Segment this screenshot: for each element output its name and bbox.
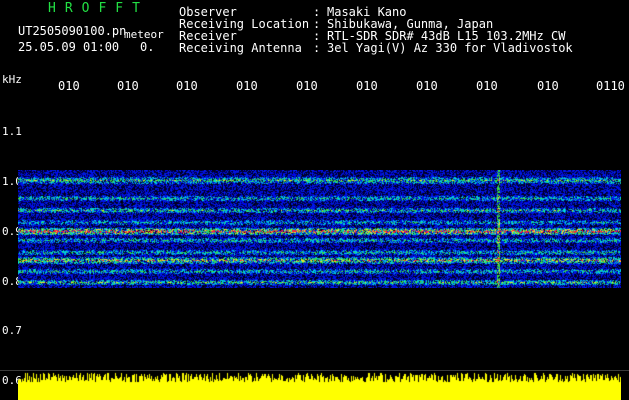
amplitude-spectrum (18, 368, 621, 400)
time-tick: 010 (236, 79, 258, 93)
app-brand: HROFFT (48, 1, 149, 16)
hrofft-display: HROFFT UT2505090100.pn meteor 25.05.09 0… (0, 0, 629, 400)
time-tick: 010 (537, 79, 559, 93)
spectrogram-waterfall (18, 170, 621, 288)
freq-tick: 0.7 (2, 324, 22, 337)
antenna-label: Receiving Antenna (179, 41, 302, 55)
timestamp: 25.05.09 01:00 (18, 40, 120, 54)
time-tick: 010 (58, 79, 80, 93)
freq-tick: 1.1 (2, 125, 22, 138)
event-count: 0. (140, 40, 155, 54)
antenna-value: 3el Yagi(V) Az 330 for Vladivostok (327, 41, 573, 55)
time-tick: 010 (356, 79, 378, 93)
time-tick: 0110 (596, 79, 625, 93)
time-tick: 010 (416, 79, 438, 93)
time-tick: 010 (117, 79, 139, 93)
time-tick: 010 (176, 79, 198, 93)
time-tick: 010 (476, 79, 498, 93)
file-name: UT2505090100.pn (18, 24, 127, 38)
time-tick: 010 (296, 79, 318, 93)
freq-unit-label: kHz (2, 73, 22, 86)
antenna-sep: : (313, 41, 321, 55)
